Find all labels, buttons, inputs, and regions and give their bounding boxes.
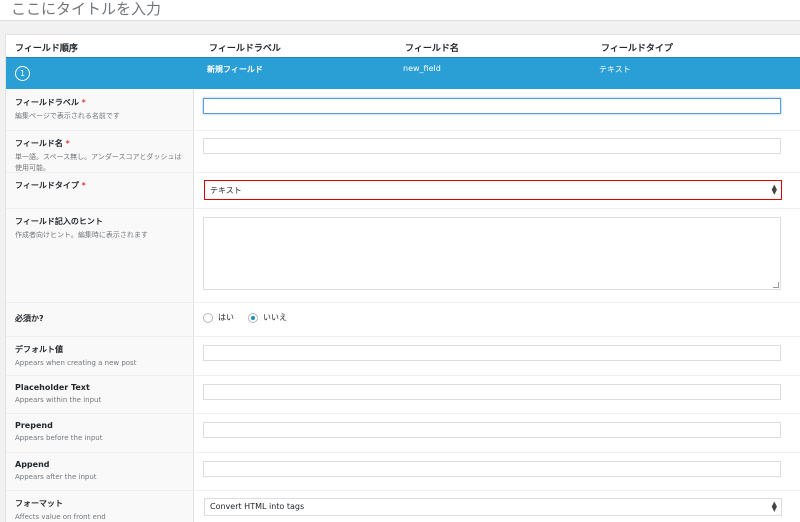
field-name-desc: 単一語。スペース無し。アンダースコアとダッシュは使用可能。: [15, 153, 182, 172]
field-hint-textarea[interactable]: [203, 217, 781, 290]
select-arrows-icon: ▲ ▼: [771, 183, 777, 196]
field-name: new_field: [403, 64, 441, 73]
placeholder-desc: Appears within the input: [15, 396, 102, 404]
field-label[interactable]: 新規フィールド: [207, 64, 263, 75]
append-title: Append: [15, 460, 50, 469]
placeholder-input[interactable]: [203, 384, 781, 400]
format-select[interactable]: Convert HTML into tags ▲ ▼: [204, 498, 782, 516]
append-input[interactable]: [203, 461, 781, 477]
field-type-select[interactable]: テキスト ▲ ▼: [204, 180, 782, 200]
field-name-input[interactable]: [203, 138, 781, 154]
required-mark: *: [81, 181, 86, 190]
default-value-input[interactable]: [203, 345, 781, 361]
field-type: テキスト: [599, 65, 631, 74]
col-label: フィールドラベル: [209, 44, 281, 54]
prepend-title: Prepend: [15, 421, 53, 430]
field-name-title: フィールド名: [15, 139, 63, 148]
row-prepend: Prepend Appears before the input: [6, 414, 800, 453]
format-desc: Affects value on front end: [15, 513, 106, 521]
title-bar: ここにタイトルを入力: [0, 0, 800, 21]
radio-no-label[interactable]: いいえ: [263, 312, 287, 323]
placeholder-title: Placeholder Text: [15, 383, 90, 392]
col-type: フィールドタイプ: [601, 44, 673, 54]
row-default-value: デフォルト値 Appears when creating a new post: [6, 337, 800, 376]
resize-grip-icon[interactable]: [773, 282, 779, 288]
prepend-input[interactable]: [203, 422, 781, 438]
field-type-value: テキスト: [210, 186, 242, 195]
field-label-desc: 編集ページで表示される名前です: [15, 112, 120, 120]
required-mark: *: [65, 139, 70, 148]
col-name: フィールド名: [405, 44, 459, 54]
col-order: フィールド順序: [15, 44, 78, 54]
radio-yes[interactable]: [203, 312, 213, 323]
field-type-title: フィールドタイプ: [15, 181, 79, 190]
required-mark: *: [81, 98, 86, 107]
required-radio-group: はい いいえ: [203, 312, 301, 323]
select-arrows-icon: ▲ ▼: [771, 500, 777, 513]
radio-yes-label[interactable]: はい: [218, 312, 234, 323]
field-row-new-field[interactable]: 1 新規フィールド new_field テキスト: [6, 57, 800, 89]
field-hint-title: フィールド記入のヒント: [15, 217, 103, 226]
row-placeholder: Placeholder Text Appears within the inpu…: [6, 376, 800, 414]
row-field-type: フィールドタイプ * テキスト ▲ ▼: [6, 173, 800, 209]
row-field-name: フィールド名 * 単一語。スペース無し。アンダースコアとダッシュは使用可能。: [6, 131, 800, 173]
default-title: デフォルト値: [15, 345, 63, 354]
format-value: Convert HTML into tags: [210, 502, 305, 511]
column-header: フィールド順序 フィールドラベル フィールド名 フィールドタイプ: [6, 35, 800, 57]
row-required: 必須か? はい いいえ: [6, 303, 800, 337]
row-field-label: フィールドラベル * 編集ページで表示される名前です: [6, 90, 800, 131]
append-desc: Appears after the input: [15, 473, 97, 481]
prepend-desc: Appears before the input: [15, 434, 103, 442]
fields-panel: フィールド順序 フィールドラベル フィールド名 フィールドタイプ 1 新規フィー…: [5, 34, 800, 522]
field-label-input[interactable]: [203, 98, 781, 114]
format-title: フォーマット: [15, 499, 63, 508]
required-title: 必須か?: [15, 314, 44, 323]
field-label-title: フィールドラベル: [15, 98, 79, 107]
row-field-hint: フィールド記入のヒント 作成者向けヒント。編集時に表示されます: [6, 209, 800, 303]
radio-no[interactable]: [248, 312, 258, 323]
field-order-badge[interactable]: 1: [15, 66, 30, 81]
post-title-input[interactable]: ここにタイトルを入力: [11, 0, 161, 20]
default-desc: Appears when creating a new post: [15, 359, 137, 367]
row-append: Append Appears after the input: [6, 453, 800, 491]
row-format: フォーマット Affects value on front end Conver…: [6, 491, 800, 522]
field-hint-desc: 作成者向けヒント。編集時に表示されます: [15, 231, 148, 239]
